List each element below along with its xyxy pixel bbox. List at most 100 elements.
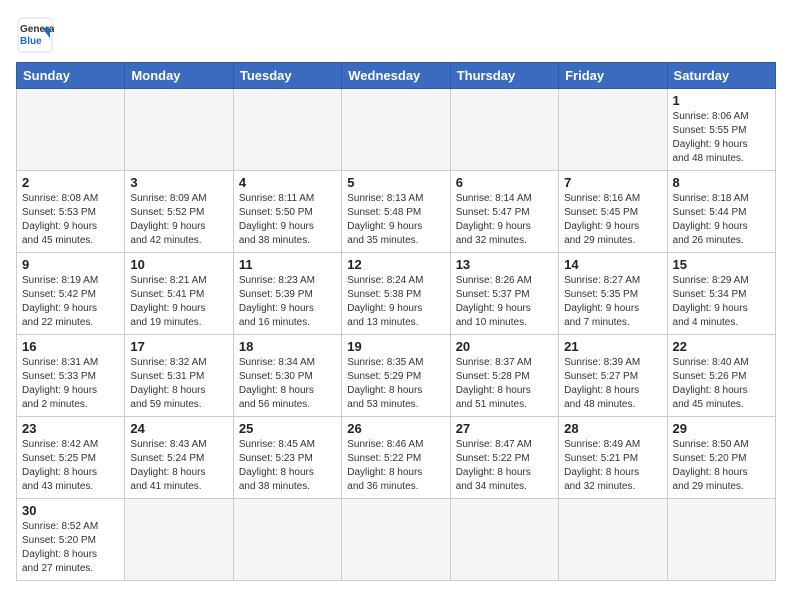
weekday-header-saturday: Saturday — [667, 63, 775, 89]
calendar-row: 30 Sunrise: 8:52 AM Sunset: 5:20 PM Dayli… — [17, 499, 776, 581]
day-number: 4 — [239, 175, 336, 190]
page-header: General Blue — [16, 16, 776, 54]
calendar-cell: 20 Sunrise: 8:37 AM Sunset: 5:28 PM Dayli… — [450, 335, 558, 417]
day-number: 20 — [456, 339, 553, 354]
calendar-cell — [342, 499, 450, 581]
weekday-header-row: SundayMondayTuesdayWednesdayThursdayFrid… — [17, 63, 776, 89]
calendar-cell — [667, 499, 775, 581]
day-info: Sunrise: 8:23 AM Sunset: 5:39 PM Dayligh… — [239, 274, 336, 330]
day-info: Sunrise: 8:11 AM Sunset: 5:50 PM Dayligh… — [239, 192, 336, 248]
day-info: Sunrise: 8:32 AM Sunset: 5:31 PM Dayligh… — [130, 356, 227, 412]
calendar-cell — [450, 89, 558, 171]
day-info: Sunrise: 8:27 AM Sunset: 5:35 PM Dayligh… — [564, 274, 661, 330]
calendar-cell — [342, 89, 450, 171]
calendar-cell: 22 Sunrise: 8:40 AM Sunset: 5:26 PM Dayli… — [667, 335, 775, 417]
calendar-cell: 30 Sunrise: 8:52 AM Sunset: 5:20 PM Dayli… — [17, 499, 125, 581]
day-number: 9 — [22, 257, 119, 272]
calendar-cell: 15 Sunrise: 8:29 AM Sunset: 5:34 PM Dayli… — [667, 253, 775, 335]
day-number: 13 — [456, 257, 553, 272]
day-info: Sunrise: 8:19 AM Sunset: 5:42 PM Dayligh… — [22, 274, 119, 330]
calendar-row: 23Sunrise: 8:42 AM Sunset: 5:25 PM Dayli… — [17, 417, 776, 499]
weekday-header-thursday: Thursday — [450, 63, 558, 89]
calendar-cell: 21Sunrise: 8:39 AM Sunset: 5:27 PM Dayli… — [559, 335, 667, 417]
calendar-cell: 29Sunrise: 8:50 AM Sunset: 5:20 PM Dayli… — [667, 417, 775, 499]
calendar-cell: 14 Sunrise: 8:27 AM Sunset: 5:35 PM Dayli… — [559, 253, 667, 335]
calendar-cell: 16 Sunrise: 8:31 AM Sunset: 5:33 PM Dayli… — [17, 335, 125, 417]
day-info: Sunrise: 8:37 AM Sunset: 5:28 PM Dayligh… — [456, 356, 553, 412]
calendar-row: 9 Sunrise: 8:19 AM Sunset: 5:42 PM Daylig… — [17, 253, 776, 335]
calendar-cell — [559, 499, 667, 581]
day-info: Sunrise: 8:13 AM Sunset: 5:48 PM Dayligh… — [347, 192, 444, 248]
calendar-cell: 5 Sunrise: 8:13 AM Sunset: 5:48 PM Daylig… — [342, 171, 450, 253]
calendar-cell: 26 Sunrise: 8:46 AM Sunset: 5:22 PM Dayli… — [342, 417, 450, 499]
day-info: Sunrise: 8:31 AM Sunset: 5:33 PM Dayligh… — [22, 356, 119, 412]
calendar-cell: 24 Sunrise: 8:43 AM Sunset: 5:24 PM Dayli… — [125, 417, 233, 499]
day-number: 15 — [673, 257, 770, 272]
day-info: Sunrise: 8:49 AM Sunset: 5:21 PM Dayligh… — [564, 438, 661, 494]
calendar-cell: 13 Sunrise: 8:26 AM Sunset: 5:37 PM Dayli… — [450, 253, 558, 335]
day-info: Sunrise: 8:24 AM Sunset: 5:38 PM Dayligh… — [347, 274, 444, 330]
day-number: 6 — [456, 175, 553, 190]
calendar-cell: 2 Sunrise: 8:08 AM Sunset: 5:53 PM Daylig… — [17, 171, 125, 253]
day-number: 14 — [564, 257, 661, 272]
calendar-row: 2 Sunrise: 8:08 AM Sunset: 5:53 PM Daylig… — [17, 171, 776, 253]
day-info: Sunrise: 8:29 AM Sunset: 5:34 PM Dayligh… — [673, 274, 770, 330]
weekday-header-wednesday: Wednesday — [342, 63, 450, 89]
calendar-cell — [233, 89, 341, 171]
calendar-cell: 10Sunrise: 8:21 AM Sunset: 5:41 PM Dayli… — [125, 253, 233, 335]
day-number: 18 — [239, 339, 336, 354]
day-number: 28 — [564, 421, 661, 436]
calendar-cell: 17 Sunrise: 8:32 AM Sunset: 5:31 PM Dayli… — [125, 335, 233, 417]
day-number: 24 — [130, 421, 227, 436]
day-number: 21 — [564, 339, 661, 354]
day-number: 30 — [22, 503, 119, 518]
calendar-cell: 18Sunrise: 8:34 AM Sunset: 5:30 PM Dayli… — [233, 335, 341, 417]
day-info: Sunrise: 8:42 AM Sunset: 5:25 PM Dayligh… — [22, 438, 119, 494]
day-info: Sunrise: 8:40 AM Sunset: 5:26 PM Dayligh… — [673, 356, 770, 412]
calendar-cell — [559, 89, 667, 171]
day-number: 2 — [22, 175, 119, 190]
day-number: 17 — [130, 339, 227, 354]
calendar-cell — [450, 499, 558, 581]
calendar-cell: 7 Sunrise: 8:16 AM Sunset: 5:45 PM Daylig… — [559, 171, 667, 253]
day-info: Sunrise: 8:14 AM Sunset: 5:47 PM Dayligh… — [456, 192, 553, 248]
day-info: Sunrise: 8:35 AM Sunset: 5:29 PM Dayligh… — [347, 356, 444, 412]
day-number: 25 — [239, 421, 336, 436]
calendar-cell: 4 Sunrise: 8:11 AM Sunset: 5:50 PM Daylig… — [233, 171, 341, 253]
day-info: Sunrise: 8:52 AM Sunset: 5:20 PM Dayligh… — [22, 520, 119, 576]
day-number: 16 — [22, 339, 119, 354]
day-number: 8 — [673, 175, 770, 190]
day-number: 1 — [673, 93, 770, 108]
day-number: 10 — [130, 257, 227, 272]
calendar-cell: 19 Sunrise: 8:35 AM Sunset: 5:29 PM Dayli… — [342, 335, 450, 417]
calendar-cell: 23Sunrise: 8:42 AM Sunset: 5:25 PM Dayli… — [17, 417, 125, 499]
calendar-cell: 9 Sunrise: 8:19 AM Sunset: 5:42 PM Daylig… — [17, 253, 125, 335]
day-number: 22 — [673, 339, 770, 354]
calendar-row: 1Sunrise: 8:06 AM Sunset: 5:55 PM Daylig… — [17, 89, 776, 171]
calendar-cell: 3Sunrise: 8:09 AM Sunset: 5:52 PM Daylig… — [125, 171, 233, 253]
day-info: Sunrise: 8:16 AM Sunset: 5:45 PM Dayligh… — [564, 192, 661, 248]
day-info: Sunrise: 8:08 AM Sunset: 5:53 PM Dayligh… — [22, 192, 119, 248]
calendar-cell: 27Sunrise: 8:47 AM Sunset: 5:22 PM Dayli… — [450, 417, 558, 499]
logo: General Blue — [16, 16, 54, 54]
day-info: Sunrise: 8:43 AM Sunset: 5:24 PM Dayligh… — [130, 438, 227, 494]
day-number: 19 — [347, 339, 444, 354]
weekday-header-tuesday: Tuesday — [233, 63, 341, 89]
calendar-cell: 8Sunrise: 8:18 AM Sunset: 5:44 PM Daylig… — [667, 171, 775, 253]
day-info: Sunrise: 8:47 AM Sunset: 5:22 PM Dayligh… — [456, 438, 553, 494]
day-number: 5 — [347, 175, 444, 190]
day-info: Sunrise: 8:45 AM Sunset: 5:23 PM Dayligh… — [239, 438, 336, 494]
day-info: Sunrise: 8:46 AM Sunset: 5:22 PM Dayligh… — [347, 438, 444, 494]
day-info: Sunrise: 8:26 AM Sunset: 5:37 PM Dayligh… — [456, 274, 553, 330]
calendar-cell: 28 Sunrise: 8:49 AM Sunset: 5:21 PM Dayli… — [559, 417, 667, 499]
day-number: 26 — [347, 421, 444, 436]
calendar-cell: 12 Sunrise: 8:24 AM Sunset: 5:38 PM Dayli… — [342, 253, 450, 335]
calendar-cell — [125, 89, 233, 171]
day-number: 12 — [347, 257, 444, 272]
day-number: 29 — [673, 421, 770, 436]
day-info: Sunrise: 8:09 AM Sunset: 5:52 PM Dayligh… — [130, 192, 227, 248]
day-number: 7 — [564, 175, 661, 190]
calendar-row: 16 Sunrise: 8:31 AM Sunset: 5:33 PM Dayli… — [17, 335, 776, 417]
calendar-cell — [17, 89, 125, 171]
calendar-cell: 6 Sunrise: 8:14 AM Sunset: 5:47 PM Daylig… — [450, 171, 558, 253]
